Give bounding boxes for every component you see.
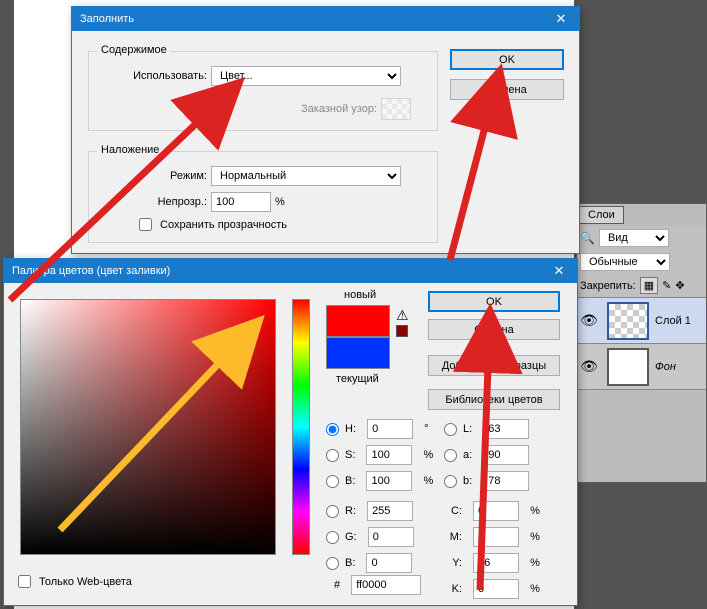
fill-titlebar[interactable]: Заполнить ✕	[72, 7, 579, 31]
s-input[interactable]	[366, 445, 412, 465]
b-hsb-input[interactable]	[366, 471, 412, 491]
b-rgb-radio[interactable]	[326, 557, 339, 570]
visibility-icon[interactable]: 👁	[577, 358, 601, 375]
h-row: H: °	[326, 419, 433, 439]
lab-b-radio[interactable]	[444, 475, 457, 488]
blend-group: Наложение Режим: Нормальный Непрозр.: % …	[88, 151, 438, 243]
content-group-label: Содержимое	[97, 44, 171, 56]
layer-row-bg[interactable]: 👁 Фон	[577, 344, 706, 390]
content-group: Содержимое Использовать: Цвет... Заказно…	[88, 51, 438, 131]
l-input[interactable]	[483, 419, 529, 439]
k-input[interactable]	[473, 579, 519, 599]
opacity-input[interactable]	[211, 192, 271, 212]
ok-button[interactable]: OK	[428, 291, 560, 312]
current-color-swatch[interactable]	[326, 337, 390, 369]
fill-title: Заполнить	[80, 13, 134, 25]
cancel-button[interactable]: Отмена	[428, 319, 560, 340]
b-hsb-radio[interactable]	[326, 475, 339, 488]
hex-input[interactable]	[351, 575, 421, 595]
preserve-checkbox[interactable]	[139, 218, 152, 231]
use-select[interactable]: Цвет...	[211, 66, 401, 86]
opacity-label: Непрозр.:	[97, 196, 207, 208]
s-radio[interactable]	[326, 449, 339, 462]
lock-brush-icon[interactable]: ✎	[662, 279, 671, 292]
r-input[interactable]	[367, 501, 413, 521]
gamut-icon[interactable]	[396, 325, 408, 337]
h-radio[interactable]	[326, 423, 339, 436]
web-only-label: Только Web-цвета	[39, 576, 132, 588]
lock-pixels-icon[interactable]: ▦	[640, 277, 658, 294]
search-icon: 🔍	[580, 231, 595, 245]
use-label: Использовать:	[97, 70, 207, 82]
fill-dialog: Заполнить ✕ Содержимое Использовать: Цве…	[71, 6, 580, 254]
layer-kind-select[interactable]: Вид	[599, 229, 669, 247]
y-input[interactable]	[473, 553, 519, 573]
mode-select[interactable]: Нормальный	[211, 166, 401, 186]
close-icon[interactable]: ✕	[551, 11, 571, 27]
layer-name: Слой 1	[655, 315, 691, 327]
pattern-picker	[381, 98, 411, 120]
lock-move-icon[interactable]: ✥	[675, 279, 684, 292]
current-label: текущий	[336, 373, 379, 385]
cancel-button[interactable]: Отмена	[450, 79, 564, 100]
m-input[interactable]	[473, 527, 519, 547]
new-color-swatch	[326, 305, 390, 337]
lab-b-input[interactable]	[483, 471, 529, 491]
a-radio[interactable]	[444, 449, 457, 462]
mode-label: Режим:	[97, 170, 207, 182]
b-rgb-input[interactable]	[366, 553, 412, 573]
add-swatch-button[interactable]: Добавить в образцы	[428, 355, 560, 376]
blend-group-label: Наложение	[97, 144, 163, 156]
color-picker-dialog: Палитра цветов (цвет заливки) ✕ новый те…	[3, 258, 578, 606]
r-radio[interactable]	[326, 505, 339, 518]
g-radio[interactable]	[326, 531, 339, 544]
close-icon[interactable]: ✕	[549, 263, 569, 279]
layer-thumb	[607, 348, 649, 386]
warning-icon[interactable]: ⚠	[396, 307, 409, 324]
hue-slider[interactable]	[292, 299, 310, 555]
layer-row-1[interactable]: 👁 Слой 1	[577, 298, 706, 344]
layers-panel: Слои 🔍 Вид Обычные Закрепить: ▦ ✎ ✥ 👁 Сл…	[576, 203, 707, 483]
g-input[interactable]	[368, 527, 414, 547]
layer-name: Фон	[655, 361, 676, 373]
percent-label: %	[275, 196, 285, 208]
l-radio[interactable]	[444, 423, 457, 436]
pattern-label: Заказной узор:	[97, 103, 377, 115]
visibility-icon[interactable]: 👁	[577, 312, 601, 329]
web-only-checkbox[interactable]	[18, 575, 31, 588]
color-field[interactable]	[20, 299, 276, 555]
c-input[interactable]	[473, 501, 519, 521]
color-title: Палитра цветов (цвет заливки)	[12, 265, 170, 277]
layers-tab[interactable]: Слои	[579, 206, 624, 224]
h-input[interactable]	[367, 419, 413, 439]
ok-button[interactable]: OK	[450, 49, 564, 70]
color-titlebar[interactable]: Палитра цветов (цвет заливки) ✕	[4, 259, 577, 283]
new-label: новый	[344, 289, 376, 301]
a-input[interactable]	[483, 445, 529, 465]
color-libs-button[interactable]: Библиотеки цветов	[428, 389, 560, 410]
hash-label: #	[334, 579, 340, 591]
preserve-label: Сохранить прозрачность	[160, 219, 287, 231]
lock-label: Закрепить:	[580, 280, 636, 292]
layer-thumb	[607, 302, 649, 340]
blend-mode-select[interactable]: Обычные	[580, 253, 670, 271]
